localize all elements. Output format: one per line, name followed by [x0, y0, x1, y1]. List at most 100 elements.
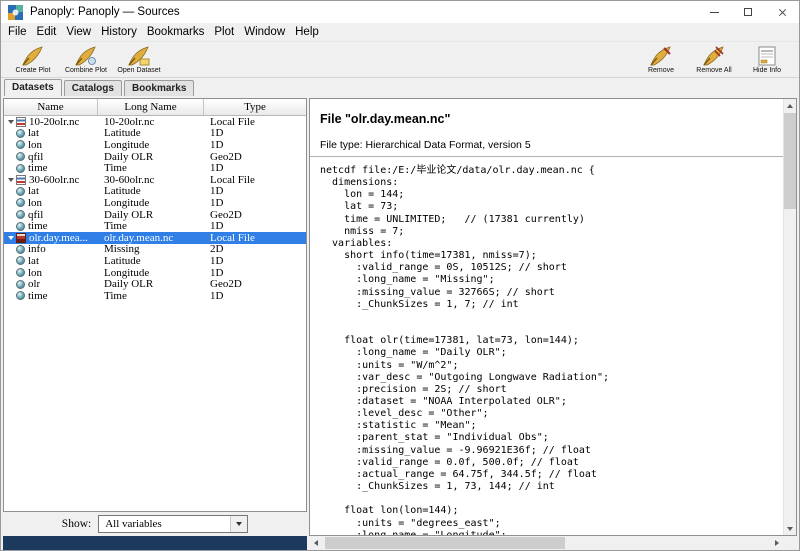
- name-cell: olr: [4, 278, 98, 290]
- variable-row[interactable]: timeTime1D: [4, 220, 306, 232]
- toolbar-button-label: Remove: [648, 67, 674, 74]
- name-text: olr: [28, 278, 40, 290]
- dataset-icon: [16, 233, 26, 243]
- app-icon: [8, 5, 23, 20]
- horizontal-scroll-track[interactable]: [323, 536, 770, 550]
- panoply-window: Panoply: Panoply — Sources FileEditViewH…: [0, 0, 800, 551]
- variable-row[interactable]: timeTime1D: [4, 162, 306, 174]
- expand-arrow-icon[interactable]: [6, 236, 16, 240]
- arrow-up-icon: [787, 104, 793, 108]
- minimize-icon: [710, 12, 719, 13]
- variable-row[interactable]: qfilDaily OLRGeo2D: [4, 151, 306, 163]
- variable-icon: [16, 187, 25, 196]
- variable-row[interactable]: timeTime1D: [4, 290, 306, 302]
- horizontal-scroll-thumb[interactable]: [325, 537, 565, 549]
- menu-bookmarks[interactable]: Bookmarks: [142, 25, 210, 39]
- name-text: qfil: [28, 151, 43, 163]
- scroll-down-button[interactable]: [784, 522, 796, 535]
- column-header-name[interactable]: Name: [4, 99, 98, 115]
- titlebar: Panoply: Panoply — Sources: [1, 1, 799, 23]
- window-controls: [697, 1, 799, 23]
- tab-datasets[interactable]: Datasets: [4, 79, 62, 96]
- expand-arrow-icon[interactable]: [6, 178, 16, 182]
- variable-row[interactable]: lonLongitude1D: [4, 197, 306, 209]
- file-info-scroll-area[interactable]: File "olr.day.mean.nc" File type: Hierar…: [310, 99, 783, 535]
- long-name-cell: Time: [98, 162, 204, 174]
- hide-info-icon: [756, 45, 778, 67]
- main-area: NameLong NameType 10-20olr.nc10-20olr.nc…: [1, 96, 799, 550]
- variable-row[interactable]: infoMissing2D: [4, 244, 306, 256]
- variable-row[interactable]: latLatitude1D: [4, 186, 306, 198]
- menu-edit[interactable]: Edit: [32, 25, 62, 39]
- name-text: olr.day.mea...: [29, 232, 88, 244]
- menubar: FileEditViewHistoryBookmarksPlotWindowHe…: [1, 23, 799, 41]
- minimize-button[interactable]: [697, 1, 731, 23]
- name-cell: 10-20olr.nc: [4, 116, 98, 128]
- dataset-row[interactable]: olr.day.mea...olr.day.mean.ncLocal File: [4, 232, 306, 244]
- vertical-scroll-thumb[interactable]: [784, 113, 796, 209]
- variable-row[interactable]: qfilDaily OLRGeo2D: [4, 209, 306, 221]
- vertical-scrollbar[interactable]: [783, 99, 796, 535]
- variable-row[interactable]: latLatitude1D: [4, 255, 306, 267]
- divider: [310, 156, 783, 157]
- name-text: lat: [28, 255, 39, 267]
- menu-file[interactable]: File: [3, 25, 32, 39]
- horizontal-scrollbar[interactable]: [309, 536, 797, 550]
- open-dataset-button[interactable]: Open Dataset: [115, 43, 163, 77]
- variable-row[interactable]: olrDaily OLRGeo2D: [4, 278, 306, 290]
- tree-body[interactable]: 10-20olr.nc10-20olr.ncLocal FilelatLatit…: [4, 116, 306, 511]
- variable-row[interactable]: lonLongitude1D: [4, 139, 306, 151]
- open-dataset-icon: [127, 45, 151, 67]
- type-cell: Geo2D: [204, 151, 306, 163]
- variable-icon: [16, 280, 25, 289]
- long-name-cell: Time: [98, 290, 204, 302]
- variable-row[interactable]: lonLongitude1D: [4, 267, 306, 279]
- name-text: time: [28, 220, 48, 232]
- name-cell: qfil: [4, 209, 98, 221]
- tab-catalogs[interactable]: Catalogs: [64, 80, 122, 96]
- create-plot-button[interactable]: Create Plot: [9, 43, 57, 77]
- long-name-cell: Latitude: [98, 127, 204, 139]
- scroll-left-button[interactable]: [309, 536, 323, 550]
- menu-window[interactable]: Window: [239, 25, 290, 39]
- long-name-cell: Time: [98, 220, 204, 232]
- name-text: 10-20olr.nc: [29, 116, 79, 128]
- variable-icon: [16, 268, 25, 277]
- show-filter-bar: Show: All variables: [3, 512, 307, 536]
- menu-help[interactable]: Help: [290, 25, 324, 39]
- variable-row[interactable]: latLatitude1D: [4, 128, 306, 140]
- long-name-cell: Latitude: [98, 185, 204, 197]
- close-button[interactable]: [765, 1, 799, 23]
- remove-all-button[interactable]: Remove All: [690, 43, 738, 77]
- column-header-type[interactable]: Type: [204, 99, 306, 115]
- create-plot-icon: [21, 45, 45, 67]
- menu-view[interactable]: View: [61, 25, 96, 39]
- scroll-right-button[interactable]: [770, 536, 784, 550]
- remove-button[interactable]: Remove: [637, 43, 685, 77]
- combine-plot-icon: [74, 45, 98, 67]
- info-column: File "olr.day.mean.nc" File type: Hierar…: [309, 98, 797, 550]
- vertical-scroll-track[interactable]: [784, 112, 796, 522]
- show-filter-value: All variables: [105, 518, 162, 530]
- name-cell: time: [4, 220, 98, 232]
- hide-info-button[interactable]: Hide Info: [743, 43, 791, 77]
- type-cell: 1D: [204, 197, 306, 209]
- type-cell: 2D: [204, 243, 306, 255]
- maximize-button[interactable]: [731, 1, 765, 23]
- scroll-up-button[interactable]: [784, 99, 796, 112]
- menu-plot[interactable]: Plot: [209, 25, 239, 39]
- toolbar-button-label: Open Dataset: [117, 67, 160, 74]
- expand-arrow-icon[interactable]: [6, 120, 16, 124]
- dataset-row[interactable]: 10-20olr.nc10-20olr.ncLocal File: [4, 116, 306, 128]
- show-filter-select[interactable]: All variables: [98, 515, 248, 533]
- combine-plot-button[interactable]: Combine Plot: [62, 43, 110, 77]
- tab-bookmarks[interactable]: Bookmarks: [124, 80, 194, 96]
- file-type-line: File type: Hierarchical Data Format, ver…: [320, 139, 783, 151]
- window-title: Panoply: Panoply — Sources: [30, 6, 180, 18]
- dataset-row[interactable]: 30-60olr.nc30-60olr.ncLocal File: [4, 174, 306, 186]
- menu-history[interactable]: History: [96, 25, 142, 39]
- dataset-icon: [16, 175, 26, 185]
- name-cell: info: [4, 243, 98, 255]
- chevron-down-icon: [230, 516, 247, 532]
- column-header-long-name[interactable]: Long Name: [98, 99, 204, 115]
